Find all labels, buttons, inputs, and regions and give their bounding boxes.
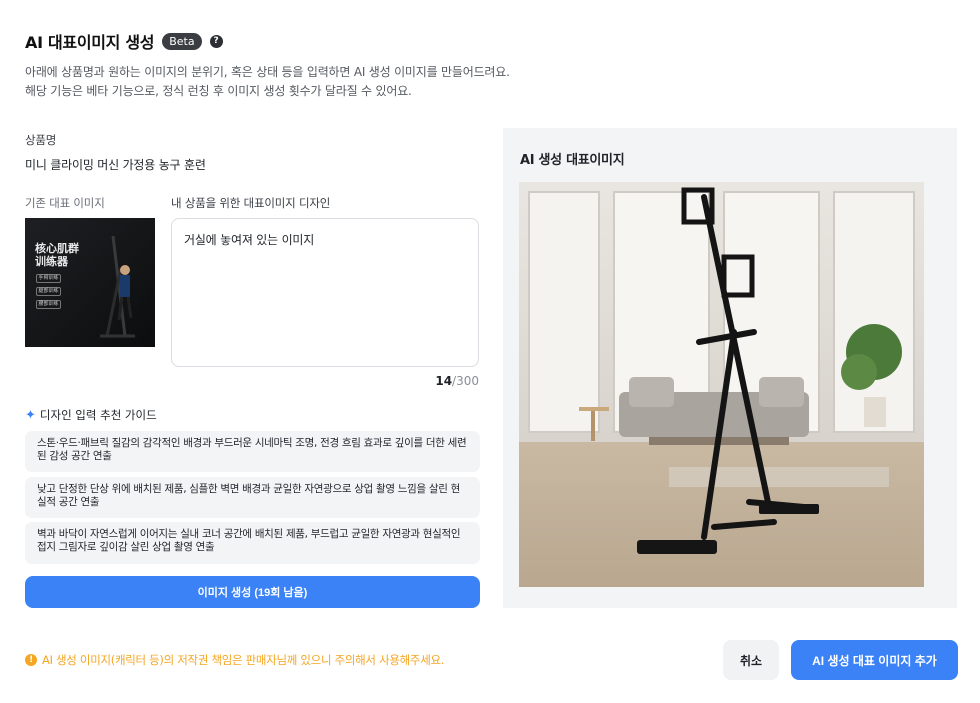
thumbnail-chip: 腰部训练 xyxy=(36,300,61,309)
guide-title-text: 디자인 입력 추천 가이드 xyxy=(39,408,157,422)
character-counter: 14/300 xyxy=(435,374,479,388)
character-max: /300 xyxy=(452,374,479,388)
guide-suggestion-card[interactable]: 스톤·우드·패브릭 질감의 감각적인 배경과 부드러운 시네마틱 조명, 전경 … xyxy=(25,431,480,472)
cancel-button[interactable]: 취소 xyxy=(723,640,779,680)
thumbnail-chip: 腿部训练 xyxy=(36,287,61,296)
climber-machine-illustration xyxy=(100,235,135,338)
description-line-2: 해당 기능은 베타 기능으로, 정식 런칭 후 이미지 생성 횟수가 달라질 수… xyxy=(25,84,412,98)
warning-circle-icon: ! xyxy=(25,654,37,666)
header: AI 대표이미지 생성 Beta ? 아래에 상품명과 원하는 이미지의 분위기… xyxy=(25,29,510,101)
generate-image-button[interactable]: 이미지 생성 (19회 남음) xyxy=(25,576,480,608)
product-name-value: 미니 클라이밍 머신 가정용 농구 훈련 xyxy=(25,158,206,172)
question-circle-icon[interactable]: ? xyxy=(209,34,223,48)
design-input[interactable] xyxy=(171,218,479,367)
generated-image-illustration xyxy=(519,182,924,587)
title-row: AI 대표이미지 생성 Beta ? xyxy=(25,29,510,53)
result-panel: AI 생성 대표이미지 xyxy=(503,128,957,608)
thumbnail-text: 核心肌群 训练器 xyxy=(35,242,79,268)
add-ai-image-button[interactable]: AI 생성 대표 이미지 추가 xyxy=(791,640,958,680)
guide-suggestion-card[interactable]: 낮고 단정한 단상 위에 배치된 제품, 심플한 벽면 배경과 균일한 자연광으… xyxy=(25,477,480,518)
existing-image-label: 기존 대표 이미지 xyxy=(25,196,105,210)
sparkle-icon: ✦ xyxy=(25,407,36,423)
guide-suggestion-card[interactable]: 벽과 바닥이 자연스럽게 이어지는 실내 코너 공간에 배치된 제품, 부드럽고… xyxy=(25,522,480,564)
page-title: AI 대표이미지 생성 xyxy=(25,33,155,52)
description-line-1: 아래에 상품명과 원하는 이미지의 분위기, 혹은 상태 등을 입력하면 AI … xyxy=(25,65,510,79)
notice-text: AI 생성 이미지(캐릭터 등)의 저작권 책임은 판매자님께 있으니 주의해서… xyxy=(42,653,445,667)
beta-badge: Beta xyxy=(162,32,202,50)
page-description: 아래에 상품명과 원하는 이미지의 분위기, 혹은 상태 등을 입력하면 AI … xyxy=(25,63,510,101)
character-count: 14 xyxy=(435,374,453,388)
result-title: AI 생성 대표이미지 xyxy=(520,153,625,168)
generated-image xyxy=(519,182,924,587)
existing-image-thumbnail: 核心肌群 训练器 手臂训练 腿部训练 腰部训练 xyxy=(25,218,155,347)
product-name-label: 상품명 xyxy=(25,133,57,147)
thumbnail-chip: 手臂训练 xyxy=(36,274,61,283)
guide-title: ✦ 디자인 입력 추천 가이드 xyxy=(25,407,157,423)
design-label: 내 상품을 위한 대표이미지 디자인 xyxy=(171,196,331,210)
copyright-notice: ! AI 생성 이미지(캐릭터 등)의 저작권 책임은 판매자님께 있으니 주의… xyxy=(25,652,444,668)
